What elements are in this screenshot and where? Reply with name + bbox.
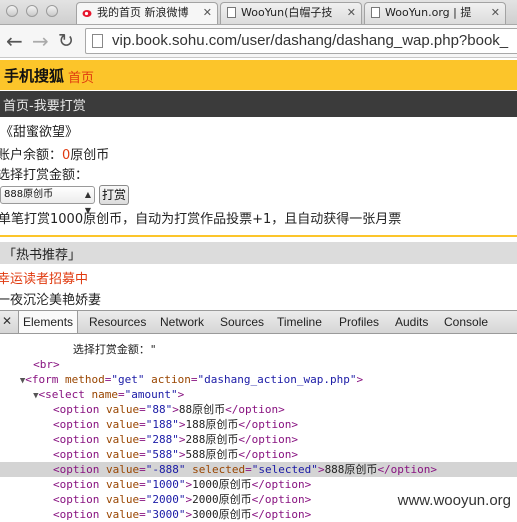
browser-toolbar: ← → ↻ vip.book.sohu.com/user/dashang/das… (0, 25, 517, 58)
divider (0, 235, 517, 237)
balance-unit: 原创币 (70, 148, 110, 163)
close-icon[interactable]: ✕ (491, 3, 500, 23)
recommend-item[interactable]: 一夜沉沦美艳娇妻 (0, 289, 101, 308)
site-brand[interactable]: 手机搜狐 (4, 65, 64, 86)
browser-tab-wooyun-1[interactable]: WooYun(白帽子技 ✕ (220, 2, 362, 24)
balance-label: 账户余额： (0, 148, 63, 163)
tab-resources[interactable]: Resources (85, 311, 150, 333)
watermark: www.wooyun.org (395, 492, 513, 509)
tab-network[interactable]: Network (156, 311, 208, 333)
devtools-panel: ✕ Elements Resources Network Sources Tim… (0, 310, 517, 521)
close-icon[interactable]: ✕ (347, 3, 356, 23)
page-icon (227, 7, 236, 18)
dom-option-line[interactable]: <option value="1000">1000原创币</option> (0, 477, 517, 492)
amount-select[interactable]: 888原创币 ▲ ▼ (0, 186, 95, 215)
tab-elements[interactable]: Elements (18, 311, 79, 333)
page-icon (371, 7, 380, 18)
page-icon (92, 34, 103, 48)
devtools-tab-bar: ✕ Elements Resources Network Sources Tim… (0, 310, 517, 334)
back-arrow-icon[interactable]: ← (6, 30, 23, 52)
recommend-heading-bar: 「热书推荐」 (0, 242, 517, 264)
dom-br-line[interactable]: <br> (0, 357, 517, 372)
tab-timeline[interactable]: Timeline (273, 311, 326, 333)
window-zoom-button[interactable] (46, 5, 58, 17)
weibo-icon (82, 10, 92, 17)
close-icon[interactable]: ✕ (2, 314, 12, 328)
dom-option-line[interactable]: <option value="588">588原创币</option> (0, 447, 517, 462)
site-header: 手机搜狐 首页 (0, 60, 517, 90)
book-title[interactable]: 《甜蜜欲望》 (0, 121, 78, 140)
dom-option-line-selected[interactable]: <option value="-888" selected="selected"… (0, 462, 517, 477)
recommend-item[interactable]: 幸运读者招募中 (0, 268, 88, 287)
forward-arrow-icon[interactable]: → (32, 30, 49, 52)
window-close-button[interactable] (6, 5, 18, 17)
tab-title: WooYun(白帽子技 (241, 6, 333, 19)
dom-select-line[interactable]: ▼<select name="amount"> (0, 387, 517, 402)
url-text[interactable]: vip.book.sohu.com/user/dashang/dashang_w… (112, 32, 508, 49)
breadcrumb: 首页-我要打赏 (0, 91, 517, 117)
tab-audits[interactable]: Audits (391, 311, 432, 333)
reload-icon[interactable]: ↻ (58, 30, 74, 52)
browser-tab-wooyun-2[interactable]: WooYun.org | 提 ✕ (364, 2, 506, 24)
balance-line: 账户余额：0原创币 (0, 144, 109, 163)
browser-tab-weibo[interactable]: 我的首页 新浪微博 ✕ (76, 2, 218, 24)
tip-info: 单笔打赏1000原创币，自动为打赏作品投票+1，且自动获得一张月票 (0, 212, 402, 227)
close-icon[interactable]: ✕ (203, 3, 212, 23)
dom-option-line[interactable]: <option value="88">88原创币</option> (0, 402, 517, 417)
tip-button[interactable]: 打赏 (99, 185, 129, 205)
dom-text-node[interactable]: 选择打赏金额：" (0, 342, 517, 357)
dom-option-line[interactable]: <option value="188">188原创币</option> (0, 417, 517, 432)
dom-form-line[interactable]: ▼<form method="get" action="dashang_acti… (0, 372, 517, 387)
breadcrumb-text: 首页-我要打赏 (3, 99, 86, 114)
window-minimize-button[interactable] (26, 5, 38, 17)
tab-title: WooYun.org | 提 (385, 6, 472, 19)
tab-console[interactable]: Console (440, 311, 492, 333)
home-link[interactable]: 首页 (68, 67, 94, 86)
tab-sources[interactable]: Sources (216, 311, 268, 333)
choose-amount-label: 选择打赏金额： (0, 168, 89, 183)
browser-tab-strip: 我的首页 新浪微博 ✕ WooYun(白帽子技 ✕ WooYun.org | 提… (0, 0, 517, 25)
tab-profiles[interactable]: Profiles (335, 311, 383, 333)
address-bar[interactable]: vip.book.sohu.com/user/dashang/dashang_w… (85, 28, 517, 54)
tab-title: 我的首页 新浪微博 (97, 6, 189, 19)
dom-option-line[interactable]: <option value="288">288原创币</option> (0, 432, 517, 447)
selected-amount: 888原创币 (4, 189, 54, 200)
recommend-heading: 「热书推荐」 (3, 248, 82, 263)
dom-option-line[interactable]: <option value="3000">3000原创币</option> (0, 507, 517, 522)
